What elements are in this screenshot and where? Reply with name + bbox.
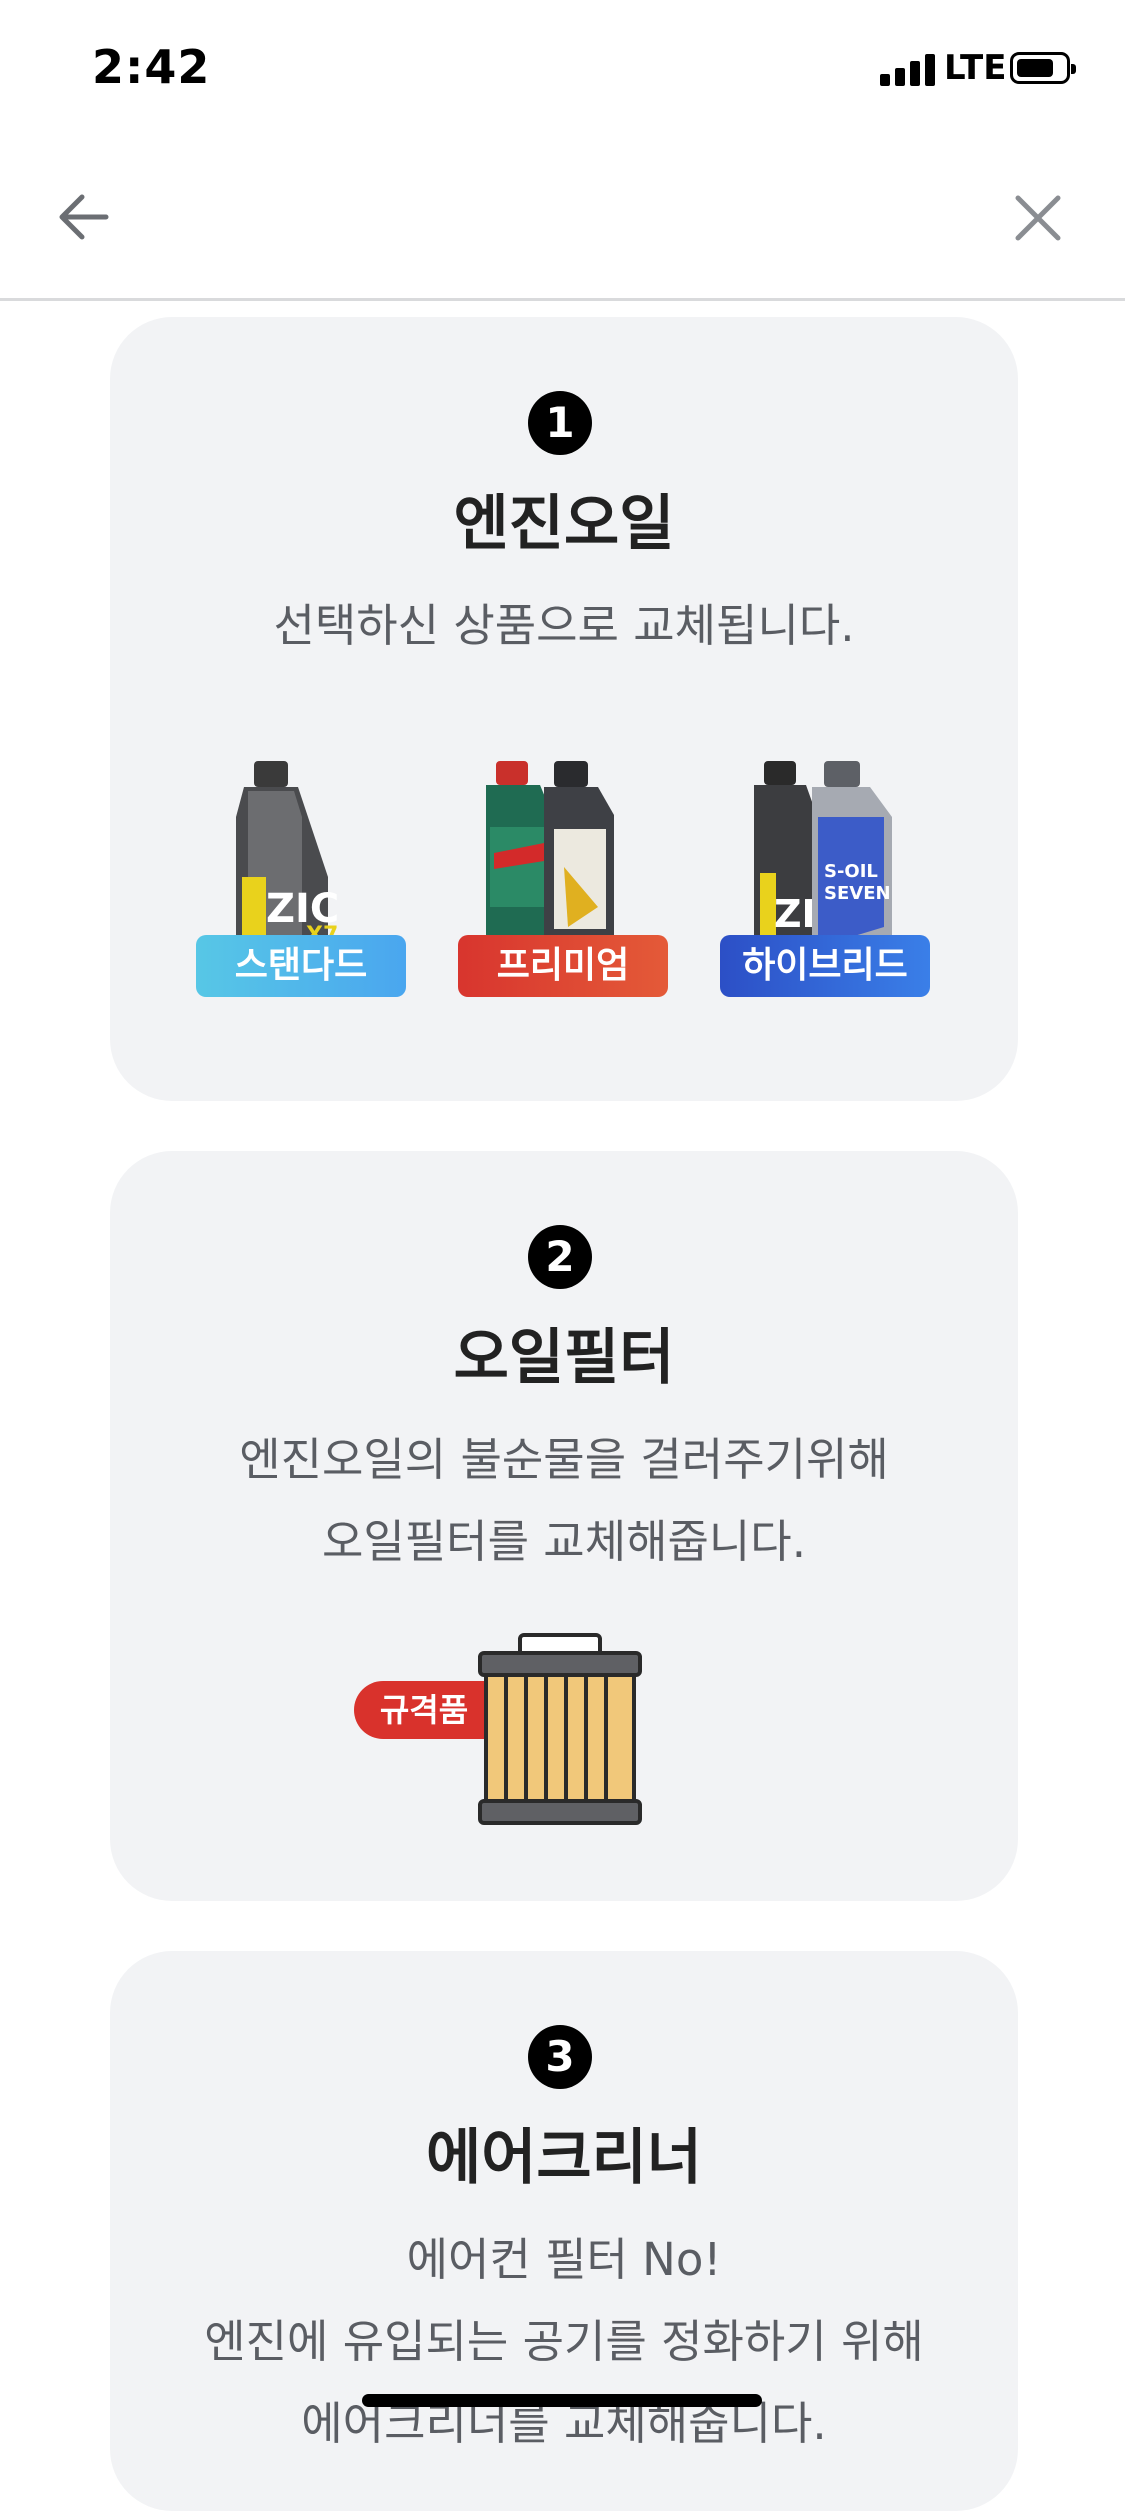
- card-title: 엔진오일: [453, 489, 675, 559]
- svg-text:SEVEN: SEVEN: [824, 883, 891, 904]
- card-description-line: 에어컨 필터 No!: [406, 2233, 722, 2286]
- close-icon[interactable]: [1010, 190, 1066, 246]
- oil-filter-card: 2 오일필터 엔진오일의 불순물을 걸러주기위해 오일필터를 교체해줍니다. 규…: [110, 1151, 1018, 1901]
- oil-bottle-icon: [486, 761, 614, 947]
- product-label: 스탠다드: [196, 935, 406, 997]
- arrow-left-icon[interactable]: [52, 185, 116, 249]
- product-premium[interactable]: 프리미엄: [458, 757, 668, 997]
- oil-filter-icon: [476, 1633, 644, 1831]
- signal-strength-icon: [880, 52, 936, 86]
- product-label: 프리미엄: [458, 935, 668, 997]
- step-number-badge: 3: [528, 2025, 592, 2089]
- status-bar: 2:42 LTE: [0, 0, 1125, 140]
- product-hybrid[interactable]: ZI S-OIL SEVEN 하이브리드: [720, 757, 930, 997]
- card-description-line: 엔진에 유입되는 공기를 정화하기 위해: [204, 2315, 924, 2368]
- air-cleaner-card: 3 에어크리너 에어컨 필터 No! 엔진에 유입되는 공기를 정화하기 위해 …: [110, 1951, 1018, 2511]
- card-title: 오일필터: [453, 1323, 675, 1393]
- card-description-line: 엔진오일의 불순물을 걸러주기위해: [239, 1433, 889, 1486]
- oil-bottle-icon: ZI S-OIL SEVEN: [754, 761, 892, 947]
- svg-text:ZI: ZI: [774, 892, 816, 936]
- step-number-badge: 2: [528, 1225, 592, 1289]
- product-standard[interactable]: ZIC X7 스탠다드: [196, 757, 406, 997]
- card-description-line: 오일필터를 교체해줍니다.: [321, 1515, 806, 1568]
- card-description-line: 선택하신 상품으로 교체됩니다.: [273, 599, 855, 652]
- product-label: 하이브리드: [720, 935, 930, 997]
- network-type: LTE: [944, 48, 1007, 88]
- status-time: 2:42: [92, 40, 211, 94]
- nav-bar: [0, 140, 1125, 301]
- svg-text:S-OIL: S-OIL: [824, 861, 878, 882]
- engine-oil-card: 1 엔진오일 선택하신 상품으로 교체됩니다. ZIC X7 스탠다드 프리미엄: [110, 317, 1018, 1101]
- card-title: 에어크리너: [426, 2123, 702, 2193]
- battery-icon: [1010, 52, 1076, 84]
- filter-tag: 규격품: [354, 1681, 494, 1739]
- oil-bottle-icon: ZIC X7: [236, 761, 339, 947]
- home-indicator[interactable]: [362, 2394, 762, 2407]
- step-number-badge: 1: [528, 391, 592, 455]
